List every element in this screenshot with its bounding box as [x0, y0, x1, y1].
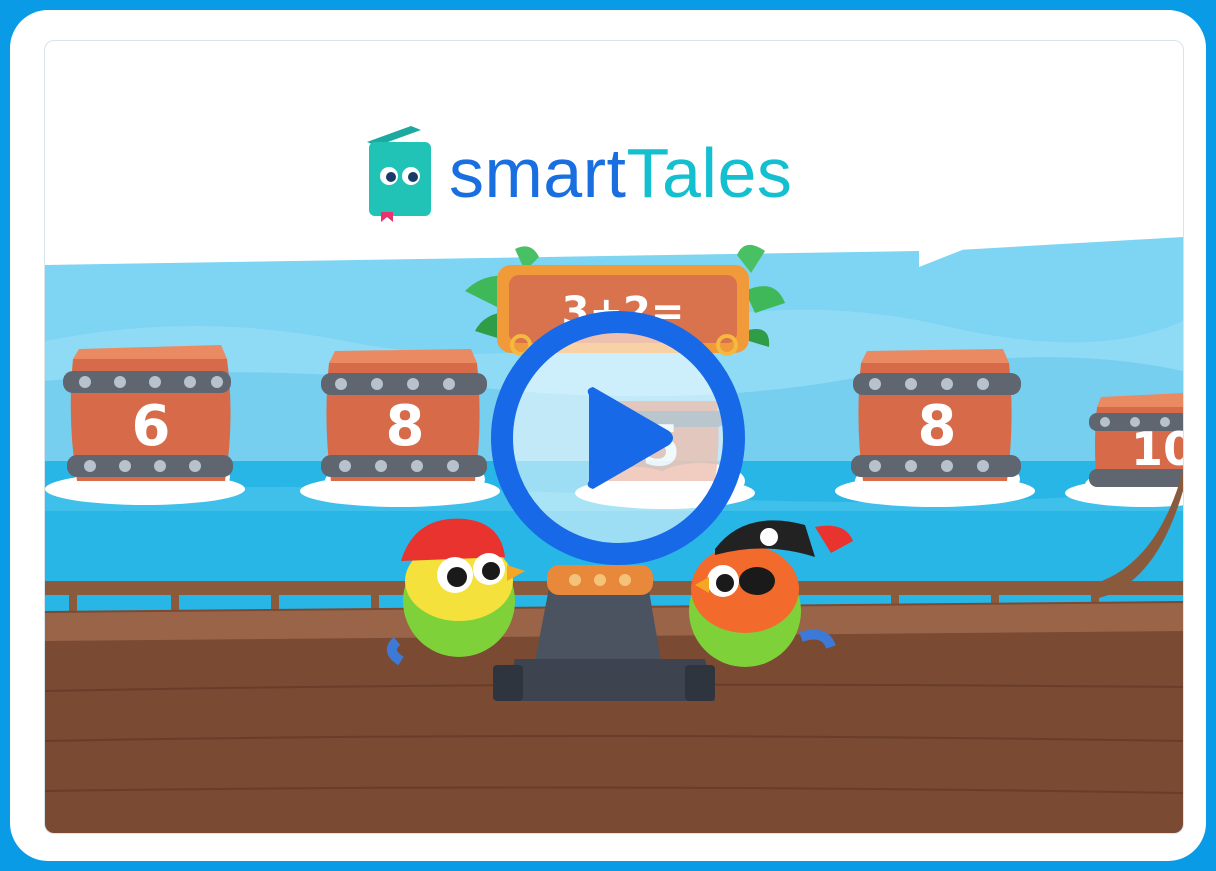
barrel-1[interactable]: 6 — [63, 345, 233, 481]
barrel-1-number: 6 — [132, 394, 171, 459]
brand-name: smartTales — [449, 138, 792, 208]
play-button[interactable] — [489, 309, 747, 567]
barrel-5[interactable]: 10 — [1089, 393, 1183, 487]
barrel-2-number: 8 — [386, 394, 425, 459]
brand-logo: smartTales — [363, 123, 883, 223]
barrel-4-number: 8 — [918, 394, 957, 459]
barrel-2[interactable]: 8 — [321, 349, 487, 481]
video-card: 6 8 5 8 — [44, 40, 1184, 834]
barrel-4[interactable]: 8 — [851, 349, 1021, 481]
book-icon — [367, 126, 431, 222]
brand-name-tales: Tales — [626, 134, 793, 212]
barrel-5-number: 10 — [1131, 422, 1183, 476]
brand-name-smart: smart — [449, 134, 627, 212]
play-icon — [491, 311, 745, 565]
